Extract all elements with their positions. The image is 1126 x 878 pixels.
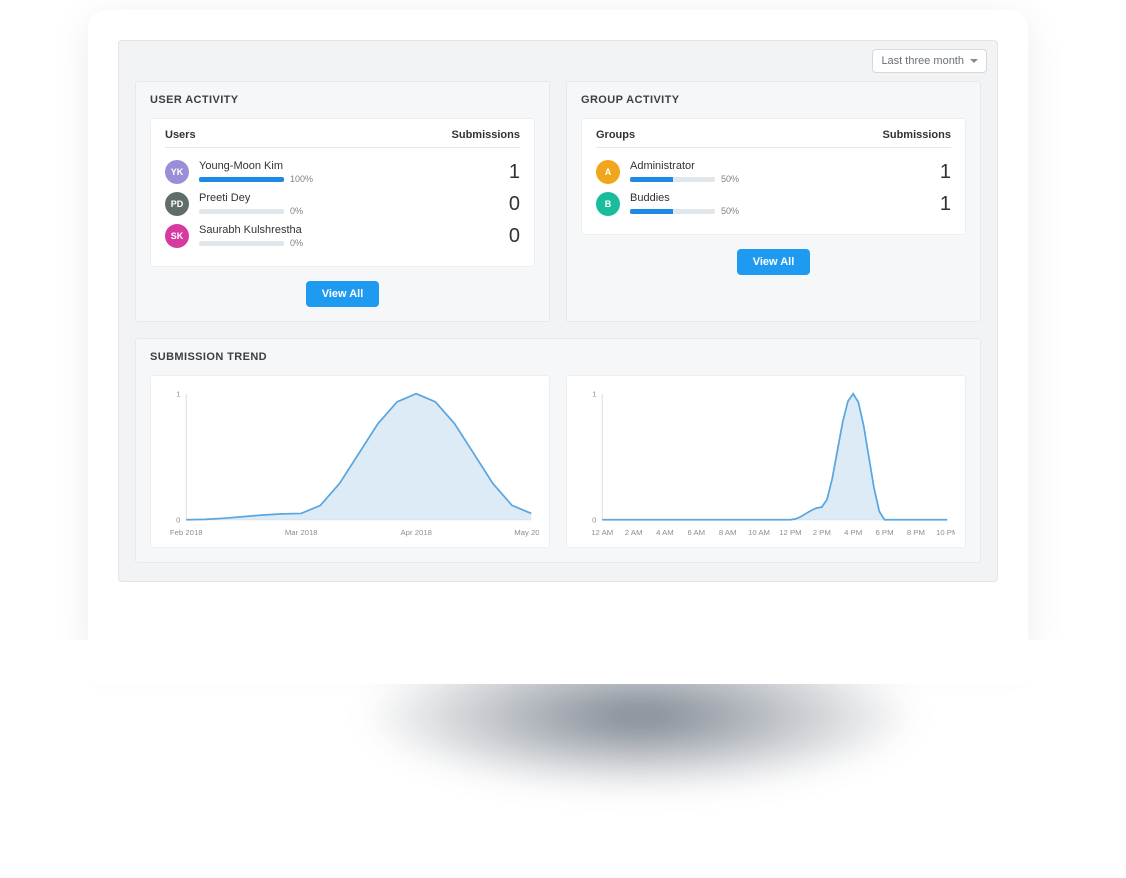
submission-count: 0 bbox=[502, 225, 520, 248]
svg-text:Mar 2018: Mar 2018 bbox=[285, 528, 318, 537]
submission-count: 1 bbox=[933, 161, 951, 184]
user-name: Preeti Dey bbox=[199, 192, 502, 204]
group-activity-panel: GROUP ACTIVITY Groups Submissions A Admin… bbox=[566, 81, 981, 322]
progress-percent: 50% bbox=[721, 206, 739, 216]
user-name: Young-Moon Kim bbox=[199, 160, 502, 172]
trend-chart-monthly: 0 1 Feb 2018 Mar 2018 Apr 2018 May 2018 bbox=[150, 375, 550, 548]
trend-chart-hourly: 0 1 12 AM 2 AM 4 AM 6 AM 8 AM 10 AM 12 PM 2 PM 4 P… bbox=[566, 375, 966, 548]
progress-bar bbox=[199, 209, 284, 214]
progress-wrap: 0% bbox=[199, 206, 502, 216]
group-name: Buddies bbox=[630, 192, 933, 204]
svg-text:1: 1 bbox=[592, 390, 596, 399]
progress-wrap: 100% bbox=[199, 174, 502, 184]
svg-text:1: 1 bbox=[176, 390, 180, 399]
progress-wrap: 50% bbox=[630, 206, 933, 216]
group-activity-header: Groups Submissions bbox=[596, 129, 951, 148]
progress-bar bbox=[199, 241, 284, 246]
user-row-main: Young-Moon Kim 100% bbox=[199, 160, 502, 184]
progress-percent: 0% bbox=[290, 238, 303, 248]
user-view-all-button[interactable]: View All bbox=[306, 281, 380, 307]
progress-bar bbox=[630, 177, 715, 182]
group-activity-card: Groups Submissions A Administrator 50% 1 B Bu… bbox=[581, 118, 966, 235]
progress-bar bbox=[630, 209, 715, 214]
group-view-all-button[interactable]: View All bbox=[737, 249, 811, 275]
svg-text:6 AM: 6 AM bbox=[687, 528, 705, 537]
avatar: PD bbox=[165, 192, 189, 216]
avatar: YK bbox=[165, 160, 189, 184]
svg-text:2 AM: 2 AM bbox=[625, 528, 643, 537]
group-row-main: Administrator 50% bbox=[630, 160, 933, 184]
submissions-column-header: Submissions bbox=[452, 129, 520, 141]
user-row-main: Preeti Dey 0% bbox=[199, 192, 502, 216]
user-row[interactable]: PD Preeti Dey 0% 0 bbox=[165, 188, 520, 220]
svg-text:10 PM: 10 PM bbox=[936, 528, 955, 537]
group-activity-title: GROUP ACTIVITY bbox=[581, 94, 966, 106]
group-row[interactable]: B Buddies 50% 1 bbox=[596, 188, 951, 220]
svg-text:Apr 2018: Apr 2018 bbox=[400, 528, 431, 537]
group-submissions-column-header: Submissions bbox=[883, 129, 951, 141]
group-name: Administrator bbox=[630, 160, 933, 172]
user-activity-header: Users Submissions bbox=[165, 129, 520, 148]
svg-text:8 AM: 8 AM bbox=[719, 528, 737, 537]
group-row-main: Buddies 50% bbox=[630, 192, 933, 216]
progress-percent: 0% bbox=[290, 206, 303, 216]
charts-row: 0 1 Feb 2018 Mar 2018 Apr 2018 May 2018 0 1 12 … bbox=[150, 375, 966, 548]
svg-text:2 PM: 2 PM bbox=[813, 528, 831, 537]
progress-percent: 50% bbox=[721, 174, 739, 184]
user-activity-card: Users Submissions YKYoung-Moon Kim100%1P… bbox=[150, 118, 535, 267]
svg-text:10 AM: 10 AM bbox=[748, 528, 770, 537]
chevron-down-icon bbox=[970, 59, 978, 63]
user-activity-title: USER ACTIVITY bbox=[150, 94, 535, 106]
submission-trend-panel: SUBMISSION TREND 0 1 Feb 2018 Mar 2018 Apr 2… bbox=[135, 338, 981, 563]
user-row[interactable]: YK Young-Moon Kim 100% 1 bbox=[165, 156, 520, 188]
svg-text:6 PM: 6 PM bbox=[875, 528, 893, 537]
group-row[interactable]: A Administrator 50% 1 bbox=[596, 156, 951, 188]
laptop-frame: Last three month USER ACTIVITY Users Sub… bbox=[88, 10, 1028, 655]
svg-text:4 PM: 4 PM bbox=[844, 528, 862, 537]
svg-text:0: 0 bbox=[592, 516, 596, 525]
svg-text:8 PM: 8 PM bbox=[907, 528, 925, 537]
topbar: Last three month bbox=[119, 41, 997, 81]
user-row-main: Saurabh Kulshrestha 0% bbox=[199, 224, 502, 248]
progress-fill bbox=[630, 177, 673, 182]
submission-count: 1 bbox=[933, 193, 951, 216]
progress-percent: 100% bbox=[290, 174, 313, 184]
time-range-dropdown[interactable]: Last three month bbox=[872, 49, 987, 73]
avatar: SK bbox=[165, 224, 189, 248]
hourly-chart-svg: 0 1 12 AM 2 AM 4 AM 6 AM 8 AM 10 AM 12 PM 2 PM 4 P… bbox=[577, 386, 955, 541]
progress-wrap: 50% bbox=[630, 174, 933, 184]
users-column-header: Users bbox=[165, 129, 196, 141]
monthly-chart-svg: 0 1 Feb 2018 Mar 2018 Apr 2018 May 2018 bbox=[161, 386, 539, 541]
svg-text:Feb 2018: Feb 2018 bbox=[170, 528, 203, 537]
svg-text:0: 0 bbox=[176, 516, 180, 525]
activity-panels-row: USER ACTIVITY Users Submissions YK Young-… bbox=[119, 81, 997, 328]
app-screen: Last three month USER ACTIVITY Users Sub… bbox=[118, 40, 998, 582]
user-name: Saurabh Kulshrestha bbox=[199, 224, 502, 236]
submission-count: 0 bbox=[502, 193, 520, 216]
svg-text:12 PM: 12 PM bbox=[779, 528, 801, 537]
svg-text:12 AM: 12 AM bbox=[591, 528, 613, 537]
svg-text:4 AM: 4 AM bbox=[656, 528, 674, 537]
avatar: A bbox=[596, 160, 620, 184]
svg-text:May 2018: May 2018 bbox=[514, 528, 539, 537]
user-activity-panel: USER ACTIVITY Users Submissions YK Young-… bbox=[135, 81, 550, 322]
progress-bar bbox=[199, 177, 284, 182]
user-row[interactable]: SK Saurabh Kulshrestha 0% 0 bbox=[165, 220, 520, 252]
groups-column-header: Groups bbox=[596, 129, 635, 141]
progress-fill bbox=[630, 209, 673, 214]
submission-count: 1 bbox=[502, 161, 520, 184]
progress-wrap: 0% bbox=[199, 238, 502, 248]
submission-trend-title: SUBMISSION TREND bbox=[150, 351, 966, 363]
laptop-base bbox=[38, 640, 1078, 684]
time-range-label: Last three month bbox=[881, 55, 964, 67]
avatar: B bbox=[596, 192, 620, 216]
progress-fill bbox=[199, 177, 284, 182]
